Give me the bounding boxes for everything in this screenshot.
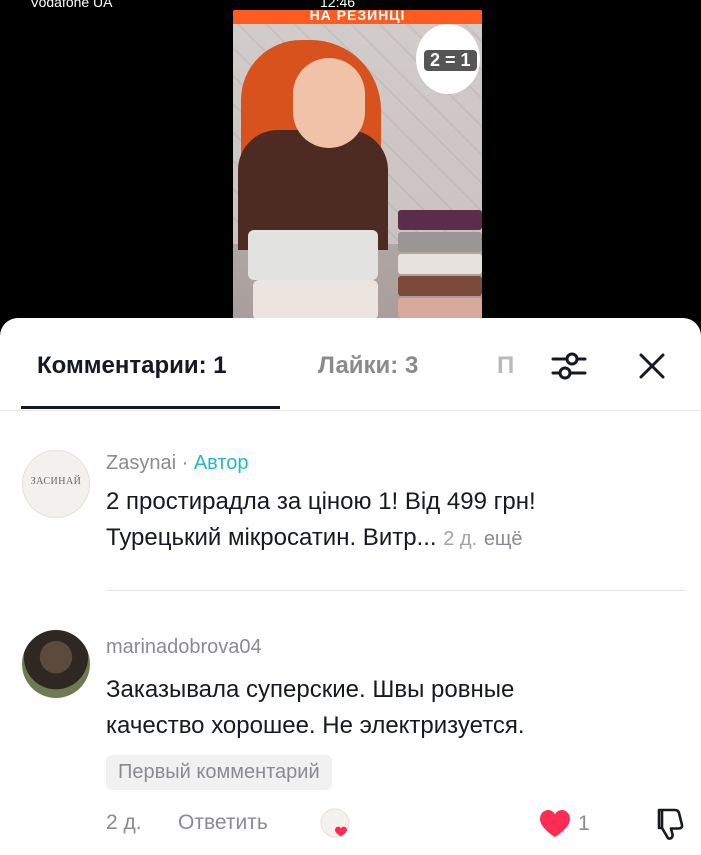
avatar[interactable] [22,630,90,698]
comment-username[interactable]: marinadobrova04 [106,636,262,659]
author-separator: · [176,452,194,474]
like-count: 1 [578,812,590,835]
comment-text-line-truncated: Турецький мікросатин. Витр... [106,524,437,551]
active-tab-indicator [21,406,280,409]
tab-likes[interactable]: Лайки: 3 [318,352,418,380]
comment-item: ЗАСИНАЙ Zasynai · Автор 2 простирадла за… [0,446,701,596]
video-linen-stack [398,210,482,320]
comment-divider [106,590,686,591]
status-time: 12:46 [320,0,356,10]
comment-username[interactable]: Zasynai · Автор [106,452,249,475]
comment-text-line: Турецький мікросатин. Витр... 2 д. ещё [106,520,536,557]
comment-time: 2 д. [443,528,478,550]
comments-sheet: Комментарии: 1 Лайки: 3 П ЗАСИНАЙ Zasyna… [0,318,701,855]
avatar[interactable]: ЗАСИНАЙ [22,450,90,518]
comment-text-line: качество хорошее. Не электризуется. [106,712,525,739]
comment-time: 2 д. [106,811,142,834]
promo-badge-text: 2 = 1 [424,50,477,71]
comment-item: marinadobrova04 Заказывала суперские. Шв… [0,628,701,855]
video-preview[interactable]: НА РЕЗИНЦІ 2 = 1 [233,10,482,320]
author-badge: Автор [193,452,249,474]
like-icon[interactable] [538,808,572,843]
reply-button[interactable]: Ответить [178,811,268,835]
video-person-face [293,58,365,148]
carrier-label: Vodafone UA [30,0,113,10]
comment-text: 2 простирадла за ціною 1! Від 499 грн! Т… [106,484,536,557]
video-linen-white [248,230,378,280]
filter-icon[interactable] [549,348,589,384]
video-promo-badge: 2 = 1 [416,24,480,94]
comment-text-line: Заказывала суперские. Швы ровные [106,676,515,703]
more-link[interactable]: ещё [484,528,523,550]
tabs-bar: Комментарии: 1 Лайки: 3 П [0,318,701,411]
video-banner: НА РЕЗИНЦІ [233,10,482,24]
comment-text-line: 2 простирадла за ціною 1! Від 499 грн! [106,488,536,515]
first-comment-badge: Первый комментарий [106,755,332,790]
avatar-logo-text: ЗАСИНАЙ [30,476,82,487]
creator-liked-icon [318,806,356,844]
close-icon[interactable] [636,348,668,384]
tab-comments[interactable]: Комментарии: 1 [37,352,227,380]
video-linen-cream [253,280,378,320]
status-bar: Vodafone UA 12:46 [0,0,701,10]
comment-text: Заказывала суперские. Швы ровные качеств… [106,672,525,744]
username-text[interactable]: Zasynai [106,452,176,474]
dislike-icon[interactable] [654,806,688,847]
tab-truncated[interactable]: П [497,352,523,380]
